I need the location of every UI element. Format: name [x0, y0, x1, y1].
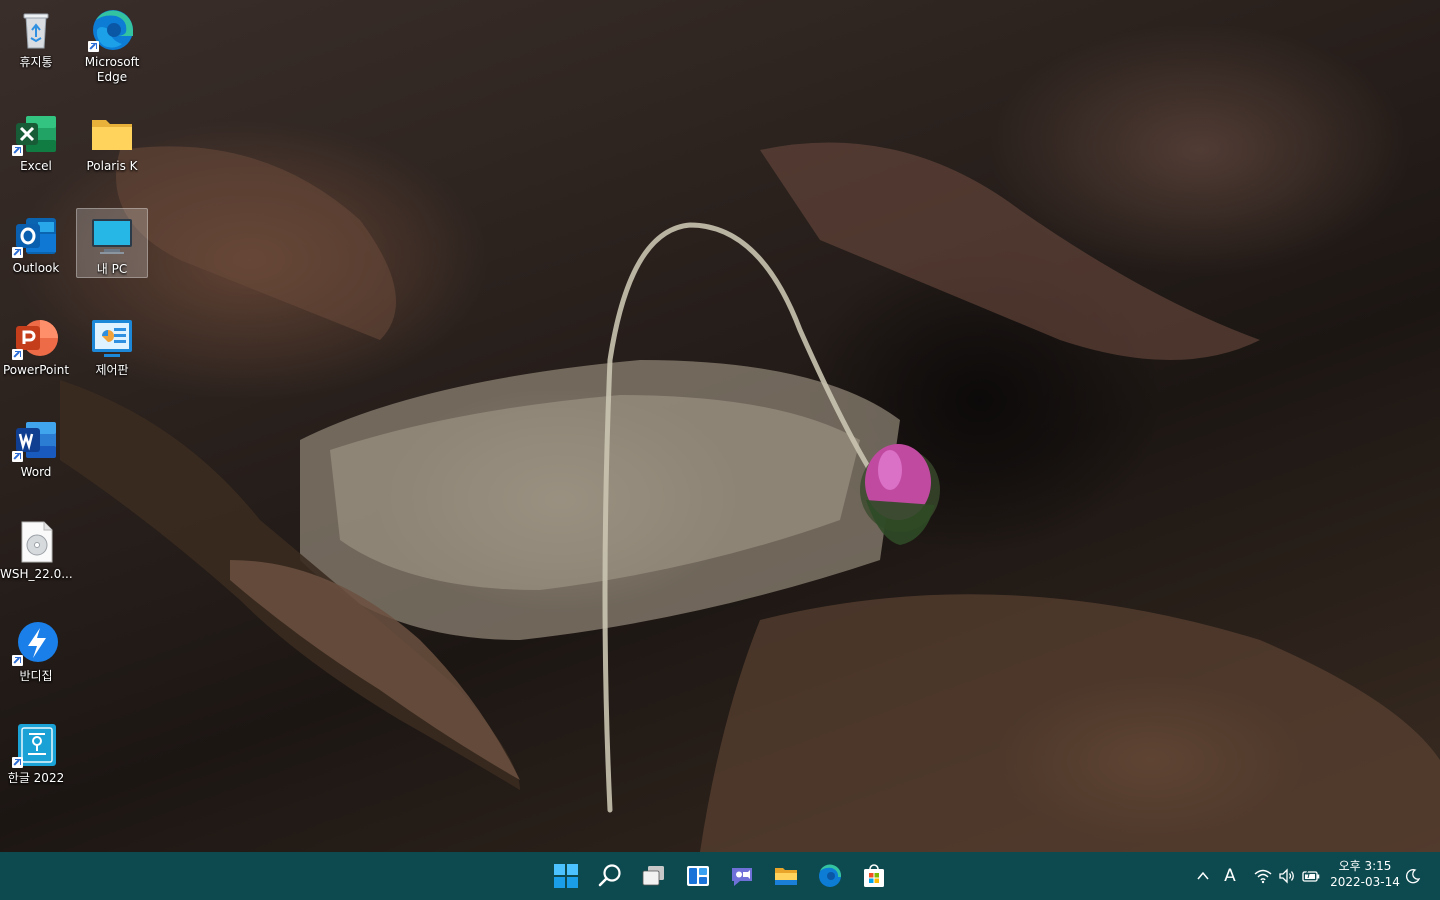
shortcut-arrow-icon [12, 655, 23, 666]
desktop-icon-label: 내 PC [96, 262, 128, 276]
search-button[interactable] [590, 856, 630, 896]
file-explorer-icon [775, 868, 797, 885]
desktop-icon-label: Excel [20, 159, 52, 173]
widgets-icon [687, 866, 709, 886]
clock-date: 2022-03-14 [1330, 875, 1400, 889]
desktop-icon-my-pc[interactable]: 내 PC [76, 208, 148, 278]
chat-button[interactable] [722, 856, 762, 896]
clock[interactable]: 오후 3:15 2022-03-14 [1326, 858, 1404, 890]
desktop-icon-edge[interactable]: Microsoft Edge [76, 2, 148, 90]
task-view-icon [642, 866, 664, 886]
chat-icon [732, 868, 752, 886]
widgets-button[interactable] [678, 856, 718, 896]
desktop-icon-label: Word [20, 465, 52, 479]
recycle-bin-icon [12, 6, 60, 54]
search-icon [598, 864, 621, 887]
shortcut-arrow-icon [12, 349, 23, 360]
desktop-icon-word[interactable]: Word [0, 412, 72, 482]
file-explorer-button[interactable] [766, 856, 806, 896]
desktop-icon-label: PowerPoint [2, 363, 70, 377]
desktop-icon-label: 한글 2022 [7, 771, 65, 785]
desktop-wallpaper [0, 0, 1440, 852]
desktop-icon-recycle-bin[interactable]: 휴지통 [0, 2, 72, 72]
taskbar: A 오후 3:15 2022-03-14 [0, 852, 1440, 900]
wifi-icon [1254, 869, 1272, 884]
desktop-icon-wsh-file[interactable]: WSH_22.0... [0, 514, 72, 584]
desktop-icon-label: 휴지통 [19, 55, 53, 69]
desktop-icon-label: Polaris K [86, 159, 138, 173]
desktop-icon-bandizip[interactable]: 반디집 [0, 616, 72, 686]
desktop-icon-powerpoint[interactable]: PowerPoint [0, 310, 72, 380]
volume-button[interactable] [1276, 864, 1298, 888]
hangul-icon [12, 722, 60, 770]
desktop-icon-label: 반디집 [19, 669, 53, 683]
ime-indicator[interactable]: A [1219, 864, 1241, 888]
desktop-icon-label: WSH_22.0... [0, 567, 72, 581]
edge-icon [819, 864, 842, 887]
desktop-icon-hangul[interactable]: 한글 2022 [0, 718, 72, 788]
monitor-icon [88, 213, 136, 261]
task-view-button[interactable] [634, 856, 674, 896]
battery-button[interactable] [1300, 864, 1322, 888]
shortcut-arrow-icon [12, 757, 23, 768]
folder-icon [88, 110, 136, 158]
network-button[interactable] [1252, 864, 1274, 888]
outlook-icon [12, 212, 60, 260]
shortcut-arrow-icon [12, 247, 23, 258]
show-hidden-icons-button[interactable] [1192, 864, 1214, 888]
desktop-icon-polaris-k[interactable]: Polaris K [76, 106, 148, 176]
excel-icon [12, 110, 60, 158]
store-icon [864, 864, 884, 887]
store-button[interactable] [854, 856, 894, 896]
shortcut-arrow-icon [88, 41, 99, 52]
start-icon [554, 864, 578, 888]
control-panel-icon [88, 314, 136, 362]
edge-icon [88, 6, 136, 54]
word-icon [12, 416, 60, 464]
clock-time: 오후 3:15 [1338, 859, 1392, 873]
start-button[interactable] [546, 856, 586, 896]
disc-image-file-icon [12, 518, 60, 566]
shortcut-arrow-icon [12, 451, 23, 462]
desktop-icon-label: 제어판 [95, 363, 129, 377]
desktop-icon-outlook[interactable]: Outlook [0, 208, 72, 278]
powerpoint-icon [12, 314, 60, 362]
desktop-icon-label: Microsoft Edge [84, 55, 140, 84]
chevron-up-icon [1197, 871, 1209, 880]
battery-charging-icon [1302, 868, 1320, 882]
notifications-button[interactable] [1402, 864, 1424, 888]
shortcut-arrow-icon [12, 145, 23, 156]
edge-taskbar-button[interactable] [810, 856, 850, 896]
desktop-icon-label: Outlook [12, 261, 60, 275]
desktop-icon-control-panel[interactable]: 제어판 [76, 310, 148, 380]
speaker-icon [1279, 868, 1294, 884]
focus-assist-moon-icon [1406, 869, 1421, 884]
desktop-icon-excel[interactable]: Excel [0, 106, 72, 176]
bandizip-icon [12, 620, 60, 668]
